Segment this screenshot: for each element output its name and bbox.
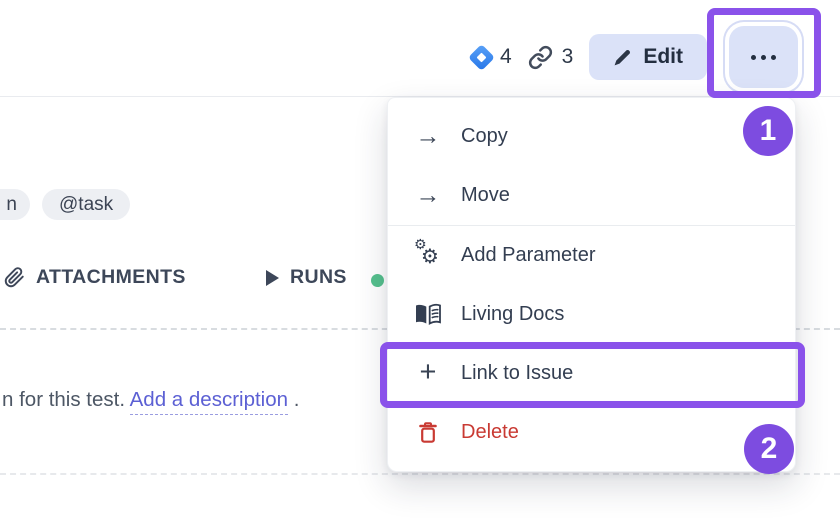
runs-label: RUNS <box>290 266 347 289</box>
runs-section-toggle[interactable]: RUNS <box>266 266 347 289</box>
jira-icon <box>468 44 495 71</box>
description-text: n for this test. <box>2 388 130 411</box>
open-book-icon <box>415 302 441 328</box>
edit-label: Edit <box>643 45 683 69</box>
menu-item-move[interactable]: → Move <box>388 166 795 225</box>
step-number: 1 <box>760 114 777 148</box>
menu-item-label: Add Parameter <box>461 244 596 267</box>
dashed-divider-bottom <box>0 473 840 475</box>
annotation-step-badge: 1 <box>743 106 793 156</box>
description-suffix: . <box>288 388 299 411</box>
more-actions-button[interactable] <box>729 26 798 88</box>
section-header-row: ATTACHMENTS RUNS <box>0 262 400 300</box>
plus-icon: + <box>415 361 441 387</box>
trash-icon <box>415 420 441 446</box>
menu-item-label: Move <box>461 184 510 207</box>
add-description-link[interactable]: Add a description <box>130 388 288 415</box>
links-stat[interactable]: 3 <box>528 45 574 70</box>
toolbar: 4 3 Edit <box>472 24 798 90</box>
description-line: n for this test. Add a description . <box>2 388 299 412</box>
tag-label: @task <box>59 194 113 216</box>
tag-chip-task: @task <box>42 189 130 220</box>
tag-chip-partial: n <box>0 189 30 220</box>
gears-icon: ⚙ ⚙ <box>415 243 441 269</box>
arrow-right-icon: → <box>415 183 441 209</box>
menu-item-copy[interactable]: → Copy <box>388 107 795 166</box>
annotation-step-badge: 2 <box>744 424 794 474</box>
runs-status-dot <box>371 274 384 287</box>
arrow-right-icon: → <box>415 124 441 150</box>
jira-issues-stat[interactable]: 4 <box>472 45 512 69</box>
jira-count: 4 <box>500 45 512 69</box>
step-number: 2 <box>761 432 778 466</box>
menu-item-delete[interactable]: Delete <box>388 403 795 462</box>
tag-label: n <box>6 194 17 216</box>
menu-item-add-parameter[interactable]: ⚙ ⚙ Add Parameter <box>388 226 795 285</box>
attachments-section-toggle[interactable]: ATTACHMENTS <box>4 266 186 289</box>
context-menu: → Copy → Move ⚙ ⚙ Add Parameter Living D <box>387 97 796 472</box>
page-header: 4 3 Edit <box>0 0 840 97</box>
ellipsis-icon <box>751 55 756 60</box>
menu-item-label: Link to Issue <box>461 362 573 385</box>
attachments-label: ATTACHMENTS <box>36 266 186 289</box>
menu-item-link-to-issue[interactable]: + Link to Issue <box>388 344 795 403</box>
menu-item-living-docs[interactable]: Living Docs <box>388 285 795 344</box>
menu-item-label: Copy <box>461 125 508 148</box>
paperclip-icon <box>4 266 25 289</box>
menu-item-label: Delete <box>461 421 519 444</box>
edit-button[interactable]: Edit <box>589 34 707 80</box>
link-icon <box>528 45 553 70</box>
menu-item-label: Living Docs <box>461 303 564 326</box>
pencil-icon <box>613 48 632 67</box>
play-icon <box>266 270 279 286</box>
link-count: 3 <box>562 45 574 69</box>
page: 4 3 Edit n @task ATTACHMENTS <box>0 0 840 532</box>
